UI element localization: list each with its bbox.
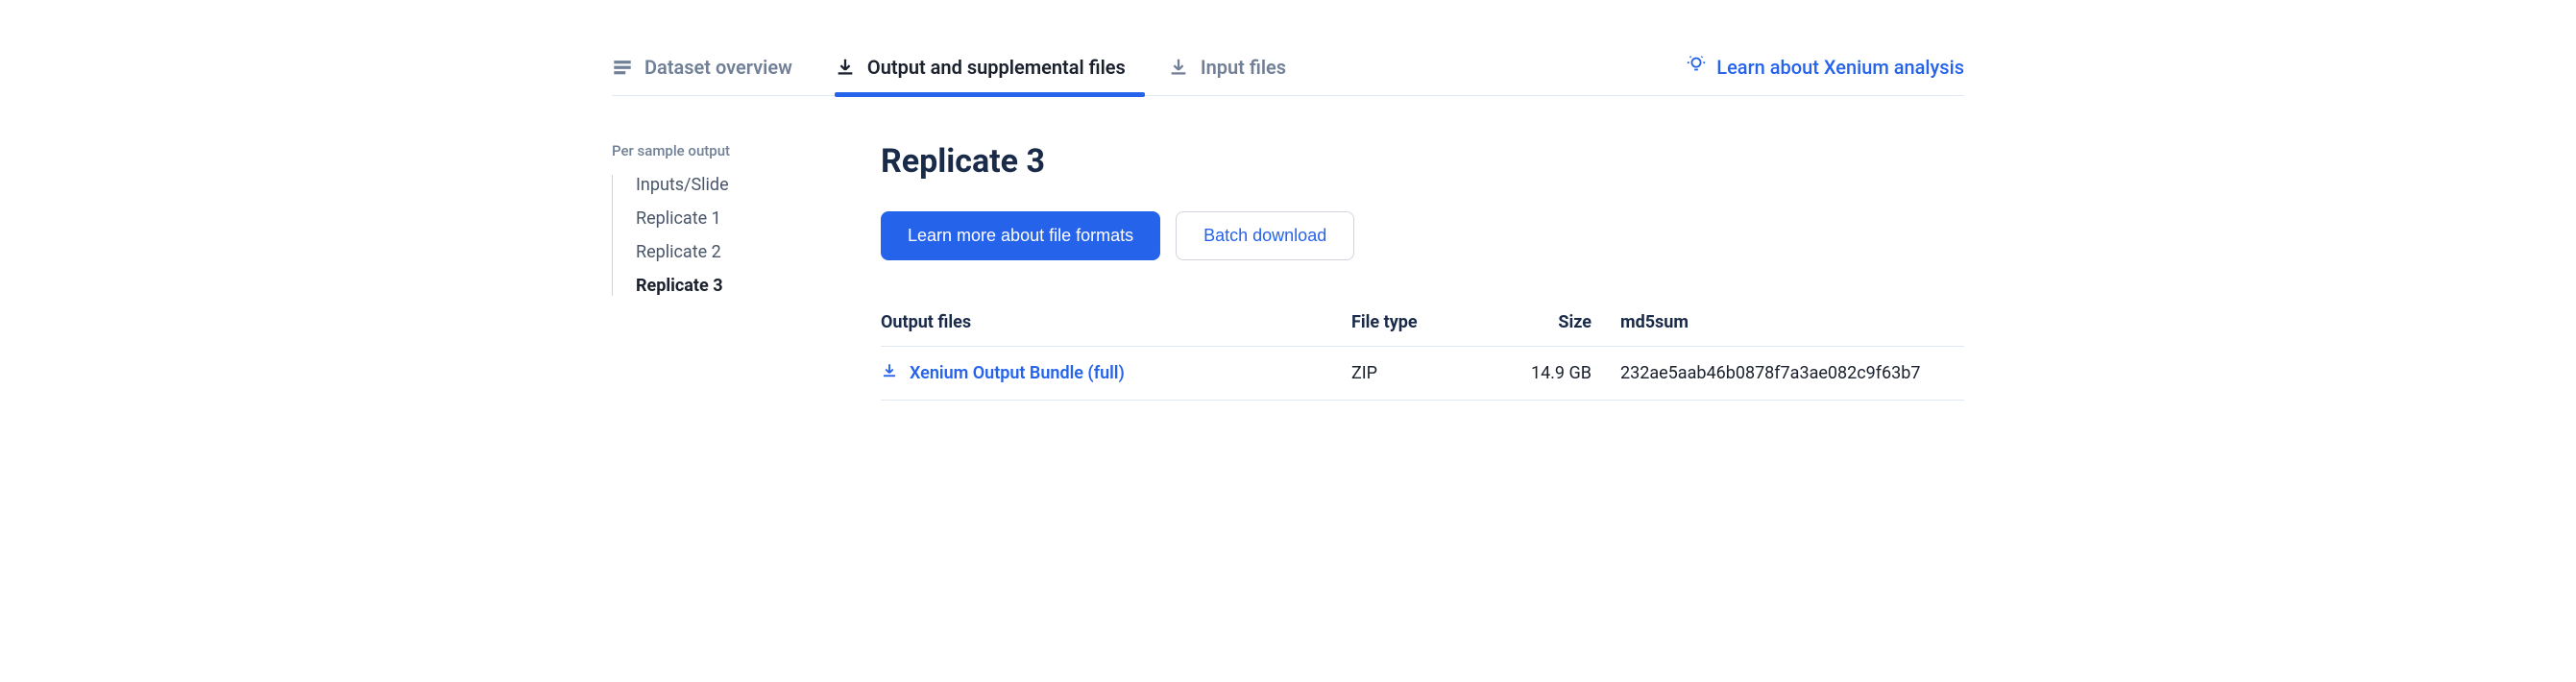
col-header-type: File type [1351, 299, 1524, 347]
download-icon [881, 362, 898, 384]
file-name: Xenium Output Bundle (full) [910, 363, 1125, 383]
sidebar-item-inputs-slide[interactable]: Inputs/Slide [636, 175, 881, 195]
file-md5: 232ae5aab46b0878f7a3ae082c9f63b7 [1620, 347, 1964, 401]
sidebar-title: Per sample output [612, 142, 881, 159]
tab-label: Input files [1201, 56, 1286, 79]
file-type: ZIP [1351, 347, 1524, 401]
download-icon [835, 57, 856, 78]
action-buttons: Learn more about file formats Batch down… [881, 211, 1964, 260]
list-icon [612, 57, 633, 78]
col-header-output: Output files [881, 299, 1351, 347]
lightbulb-icon [1686, 54, 1707, 80]
tab-output-files[interactable]: Output and supplemental files [835, 38, 1145, 96]
learn-link-label: Learn about Xenium analysis [1716, 56, 1964, 79]
tab-input-files[interactable]: Input files [1168, 38, 1305, 96]
table-row: Xenium Output Bundle (full) ZIP 14.9 GB … [881, 347, 1964, 401]
sidebar-item-replicate-3[interactable]: Replicate 3 [636, 276, 881, 296]
col-header-md5: md5sum [1620, 299, 1964, 347]
page-title: Replicate 3 [881, 142, 1964, 181]
tab-dataset-overview[interactable]: Dataset overview [612, 38, 812, 96]
sidebar-list: Inputs/Slide Replicate 1 Replicate 2 Rep… [612, 175, 881, 296]
col-header-size: Size [1524, 299, 1620, 347]
sidebar-item-replicate-1[interactable]: Replicate 1 [636, 208, 881, 229]
sidebar-item-replicate-2[interactable]: Replicate 2 [636, 242, 881, 262]
output-files-table: Output files File type Size md5sum [881, 299, 1964, 401]
tab-label: Output and supplemental files [867, 56, 1126, 79]
file-download-link[interactable]: Xenium Output Bundle (full) [881, 362, 1351, 384]
sidebar: Per sample output Inputs/Slide Replicate… [612, 142, 881, 401]
tabs-bar: Dataset overview Output and supplemental… [612, 38, 1964, 96]
batch-download-button[interactable]: Batch download [1176, 211, 1354, 260]
file-size: 14.9 GB [1524, 347, 1620, 401]
download-icon [1168, 57, 1189, 78]
tab-label: Dataset overview [644, 56, 792, 79]
main-content: Replicate 3 Learn more about file format… [881, 142, 1964, 401]
learn-analysis-link[interactable]: Learn about Xenium analysis [1686, 54, 1964, 80]
learn-file-formats-button[interactable]: Learn more about file formats [881, 211, 1160, 260]
